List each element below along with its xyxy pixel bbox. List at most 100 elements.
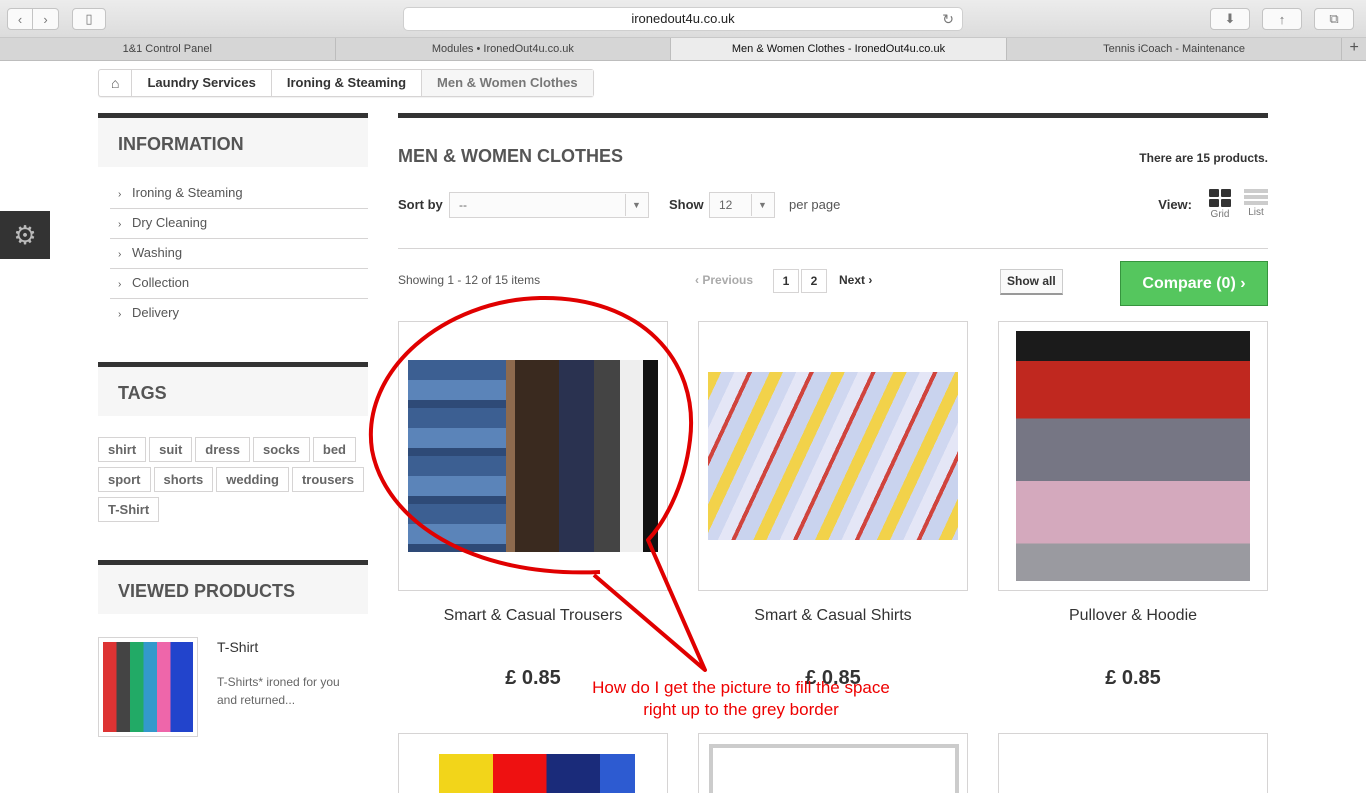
per-page-select[interactable]: 12 ▼ (709, 192, 775, 218)
new-tab-button[interactable]: + (1342, 38, 1366, 60)
share-button[interactable]: ↑ (1262, 8, 1302, 30)
share-icon: ↑ (1278, 11, 1286, 27)
tag-suit[interactable]: suit (149, 437, 193, 462)
forward-button[interactable]: › (33, 8, 59, 30)
tag-wedding[interactable]: wedding (216, 467, 289, 492)
show-all-button[interactable]: Show all (1000, 269, 1063, 295)
showing-items-text: Showing 1 - 12 of 15 items (398, 273, 541, 287)
product-card-partial[interactable] (698, 733, 968, 793)
download-icon: ⬇ (1224, 11, 1236, 26)
chevron-right-icon: › (118, 309, 122, 320)
next-page-link[interactable]: Next › (839, 273, 872, 287)
tag-dress[interactable]: dress (195, 437, 250, 462)
sort-select-value: -- (459, 198, 467, 212)
show-label: Show (669, 197, 704, 212)
downloads-button[interactable]: ⬇ (1210, 8, 1250, 30)
page-1-button[interactable]: 1 (773, 269, 799, 293)
theme-configurator-button[interactable]: ⚙ (0, 211, 50, 259)
sidebar-icon: ▯ (85, 11, 93, 26)
product-card: Pullover & Hoodie £ 0.85 (998, 321, 1268, 690)
info-item-washing[interactable]: › Washing (110, 239, 368, 269)
t-shirt-image (103, 642, 193, 732)
divider (398, 113, 1268, 118)
product-card-partial[interactable] (398, 733, 668, 793)
web-page: ⚙ ⌂ Laundry Services Ironing & Steaming … (0, 61, 1366, 793)
product-image-box[interactable] (698, 321, 968, 591)
next-label: Next (839, 273, 866, 287)
info-item-delivery[interactable]: › Delivery (110, 299, 368, 329)
viewed-product-info: T-Shirt T-Shirts* ironed for you and ret… (198, 637, 357, 737)
info-item-label: Dry Cleaning (132, 215, 208, 230)
breadcrumb-current: Men & Women Clothes (422, 70, 593, 96)
tag-bed[interactable]: bed (312, 437, 356, 462)
viewed-product-description: T-Shirts* ironed for you and returned... (217, 675, 340, 707)
product-name[interactable]: Smart & Casual Trousers (398, 607, 668, 625)
tag-socks[interactable]: socks (253, 437, 310, 462)
product-image-box[interactable] (998, 321, 1268, 591)
product-card-partial[interactable] (998, 733, 1268, 793)
viewed-product-thumbnail[interactable] (98, 637, 198, 737)
product-image-box[interactable] (398, 321, 668, 591)
compare-button[interactable]: Compare (0) › (1120, 261, 1268, 306)
chevron-right-icon: › (118, 219, 122, 230)
back-button[interactable]: ‹ (7, 8, 33, 30)
grid-view-button[interactable]: Grid (1208, 189, 1232, 220)
list-label: List (1248, 207, 1264, 218)
viewed-product-name[interactable]: T-Shirt (217, 639, 357, 655)
tab-control-panel[interactable]: 1&1 Control Panel (0, 38, 336, 60)
tag-trousers[interactable]: trousers (291, 467, 364, 492)
information-title: INFORMATION (98, 113, 368, 167)
image-frame (709, 744, 959, 793)
info-item-label: Washing (132, 245, 183, 260)
info-item-dry-cleaning[interactable]: › Dry Cleaning (110, 209, 368, 239)
grid-icon (1209, 189, 1231, 207)
information-list: › Ironing & Steaming › Dry Cleaning › Washi… (98, 179, 368, 329)
page-2-button[interactable]: 2 (801, 269, 827, 293)
tab-bar: 1&1 Control Panel Modules • IronedOut4u.… (0, 38, 1366, 61)
breadcrumb-laundry-services[interactable]: Laundry Services (132, 70, 272, 96)
plus-icon: + (1349, 39, 1359, 56)
tab-modules[interactable]: Modules • IronedOut4u.co.uk (336, 38, 672, 60)
sort-select[interactable]: -- ▼ (449, 192, 649, 218)
home-icon[interactable]: ⌂ (99, 70, 133, 96)
chevron-right-icon: › (1240, 275, 1246, 292)
trousers-image (408, 360, 658, 552)
gears-icon: ⚙ (13, 219, 37, 250)
chevron-right-icon: › (118, 249, 122, 260)
tabs-icon: ⧉ (1329, 11, 1339, 26)
information-block: INFORMATION › Ironing & Steaming › Dry Cle… (98, 113, 368, 329)
tab-tennis-icoach[interactable]: Tennis iCoach - Maintenance (1007, 38, 1343, 60)
tag-shorts[interactable]: shorts (153, 467, 214, 492)
tag-shirt[interactable]: shirt (98, 437, 147, 462)
breadcrumb: ⌂ Laundry Services Ironing & Steaming Me… (98, 69, 594, 97)
viewed-products-block: VIEWED PRODUCTS T-Shirt T-Shirts* ironed… (98, 560, 368, 737)
previous-page-link: ‹ Previous (695, 273, 753, 287)
sidebar-toggle-button[interactable]: ▯ (72, 8, 106, 30)
product-name[interactable]: Pullover & Hoodie (998, 607, 1268, 625)
address-bar[interactable]: ironedout4u.co.uk ↻ (403, 7, 963, 31)
tags-title: TAGS (98, 362, 368, 416)
tag-t-shirt[interactable]: T-Shirt (98, 497, 160, 522)
previous-label: Previous (702, 273, 754, 287)
chevron-left-icon: ‹ (17, 11, 23, 27)
info-item-collection[interactable]: › Collection (110, 269, 368, 299)
jeans-stack (408, 360, 506, 552)
viewed-products-title: VIEWED PRODUCTS (98, 560, 368, 614)
info-item-label: Ironing & Steaming (132, 185, 243, 200)
chevron-right-icon: › (865, 273, 873, 287)
viewed-product: T-Shirt T-Shirts* ironed for you and ret… (98, 637, 368, 737)
info-item-ironing[interactable]: › Ironing & Steaming (110, 179, 368, 209)
compare-label: Compare (0) (1142, 275, 1236, 292)
tabs-overview-button[interactable]: ⧉ (1314, 8, 1354, 30)
category-header: MEN & WOMEN CLOTHES There are 15 product… (398, 146, 1268, 167)
toolbar-right-buttons: ⬇ ↑ ⧉ (1210, 8, 1354, 30)
chevron-right-icon: › (118, 189, 122, 200)
product-name[interactable]: Smart & Casual Shirts (698, 607, 968, 625)
tab-men-women-clothes[interactable]: Men & Women Clothes - IronedOut4u.co.uk (671, 38, 1007, 60)
view-label: View: (1158, 197, 1192, 212)
breadcrumb-ironing-steaming[interactable]: Ironing & Steaming (272, 70, 423, 96)
list-view-button[interactable]: List (1244, 189, 1268, 218)
product-counter: There are 15 products. (1139, 151, 1268, 165)
tag-sport[interactable]: sport (98, 467, 151, 492)
reload-icon[interactable]: ↻ (942, 8, 954, 30)
